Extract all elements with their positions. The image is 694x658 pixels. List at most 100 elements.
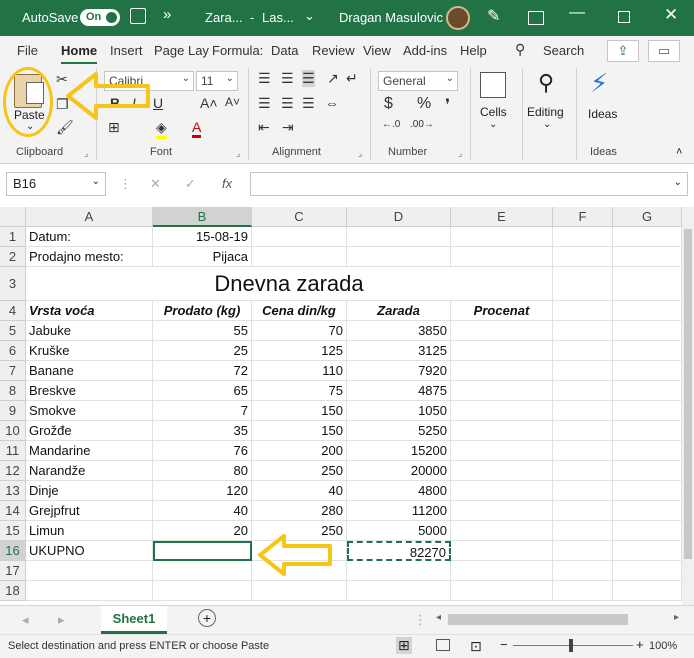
cell-a1[interactable]: Datum: — [26, 227, 153, 247]
cell-d17[interactable] — [347, 561, 451, 581]
cell-c10[interactable]: 150 — [252, 421, 347, 441]
cell-c11[interactable]: 200 — [252, 441, 347, 461]
cell-d16[interactable]: 82270 — [347, 541, 451, 561]
pen-icon[interactable]: ✎ — [487, 6, 500, 26]
column-header-a[interactable]: A — [26, 207, 153, 227]
cell-c13[interactable]: 40 — [252, 481, 347, 501]
cell-d9[interactable]: 1050 — [347, 401, 451, 421]
cell-b16[interactable] — [153, 541, 252, 561]
cell-b7[interactable]: 72 — [153, 361, 252, 381]
cell[interactable] — [553, 227, 613, 247]
name-box[interactable]: B16 ⌄ — [6, 172, 106, 196]
cell[interactable] — [553, 541, 613, 561]
cell[interactable] — [553, 521, 613, 541]
comma-style-icon[interactable]: ❜ — [445, 95, 450, 115]
font-size-select[interactable]: 11 ⌄ — [196, 71, 238, 91]
cell-b6[interactable]: 25 — [153, 341, 252, 361]
row-header-16[interactable]: 16 — [0, 541, 26, 561]
formula-input[interactable]: ⌄ — [250, 172, 688, 196]
increase-indent-icon[interactable]: ⇥ — [282, 119, 294, 136]
cell-a10[interactable]: Grožđe — [26, 421, 153, 441]
search-icon[interactable]: ⚲ — [515, 41, 525, 58]
insert-function-icon[interactable]: fx — [222, 176, 232, 191]
cell-c18[interactable] — [252, 581, 347, 601]
tab-review[interactable]: Review — [312, 43, 355, 58]
cell-e11[interactable] — [451, 441, 553, 461]
zoom-level[interactable]: 100% — [649, 640, 677, 652]
cell-b18[interactable] — [153, 581, 252, 601]
cell-a14[interactable]: Grejpfrut — [26, 501, 153, 521]
editing-search-icon[interactable]: ⚲ — [538, 70, 554, 96]
cell-c4[interactable]: Cena din/kg — [252, 301, 347, 321]
cell[interactable] — [553, 441, 613, 461]
sheet-tab-sheet1[interactable]: Sheet1 — [101, 606, 167, 634]
cell[interactable] — [613, 341, 682, 361]
row-header-14[interactable]: 14 — [0, 501, 26, 521]
cell[interactable] — [553, 561, 613, 581]
cell-e16[interactable] — [451, 541, 553, 561]
column-header-e[interactable]: E — [451, 207, 553, 227]
fill-color-icon[interactable]: ◈ — [156, 119, 167, 139]
tab-help[interactable]: Help — [460, 43, 487, 58]
increase-font-icon[interactable]: A˄ — [200, 95, 218, 111]
cell-e4[interactable]: Procenat — [451, 301, 553, 321]
cell-a17[interactable] — [26, 561, 153, 581]
editing-button[interactable]: Editing — [527, 105, 564, 119]
cell-e1[interactable] — [451, 227, 553, 247]
cell-c5[interactable]: 70 — [252, 321, 347, 341]
increase-decimal-icon[interactable]: ←.0 — [382, 119, 400, 130]
cell[interactable] — [613, 501, 682, 521]
drag-handle-icon[interactable]: ⋮ — [414, 612, 427, 628]
cell-b10[interactable]: 35 — [153, 421, 252, 441]
row-header-2[interactable]: 2 — [0, 247, 26, 267]
sheet-title[interactable]: Dnevna zarada — [26, 267, 553, 301]
cell-e5[interactable] — [451, 321, 553, 341]
row-header-15[interactable]: 15 — [0, 521, 26, 541]
cell-e18[interactable] — [451, 581, 553, 601]
cell-b11[interactable]: 76 — [153, 441, 252, 461]
row-header-12[interactable]: 12 — [0, 461, 26, 481]
align-center-icon[interactable]: ☰ — [281, 95, 294, 112]
more-commands-icon[interactable]: » — [163, 6, 171, 23]
dialog-launcher-icon[interactable]: ⌟ — [358, 148, 362, 159]
cell-b2[interactable]: Pijaca — [153, 247, 252, 267]
chevron-down-icon[interactable]: ⌄ — [304, 8, 315, 24]
cell[interactable] — [613, 461, 682, 481]
row-header-1[interactable]: 1 — [0, 227, 26, 247]
cell-b13[interactable]: 120 — [153, 481, 252, 501]
column-header-c[interactable]: C — [252, 207, 347, 227]
cell-c2[interactable] — [252, 247, 347, 267]
cell-b8[interactable]: 65 — [153, 381, 252, 401]
cell[interactable] — [553, 341, 613, 361]
cell-c7[interactable]: 110 — [252, 361, 347, 381]
minimize-icon[interactable]: — — [569, 4, 585, 22]
cell-c8[interactable]: 75 — [252, 381, 347, 401]
avatar[interactable] — [446, 6, 470, 30]
cell-e2[interactable] — [451, 247, 553, 267]
cell-d11[interactable]: 15200 — [347, 441, 451, 461]
add-sheet-icon[interactable]: + — [198, 609, 216, 627]
cell-d8[interactable]: 4875 — [347, 381, 451, 401]
cell-e7[interactable] — [451, 361, 553, 381]
cell[interactable] — [553, 301, 613, 321]
cell-e9[interactable] — [451, 401, 553, 421]
share-icon[interactable]: ⇪ — [607, 40, 639, 62]
cell-a4[interactable]: Vrsta voća — [26, 301, 153, 321]
normal-view-icon[interactable]: ⊞ — [396, 637, 412, 654]
cell-c12[interactable]: 250 — [252, 461, 347, 481]
cell-b12[interactable]: 80 — [153, 461, 252, 481]
align-middle-icon[interactable]: ☰ — [281, 70, 294, 87]
page-break-view-icon[interactable]: ⊡ — [470, 638, 482, 655]
cell-e12[interactable] — [451, 461, 553, 481]
cell-e6[interactable] — [451, 341, 553, 361]
prev-sheet-icon[interactable]: ◂ — [22, 612, 29, 628]
cell-b1[interactable]: 15-08-19 — [153, 227, 252, 247]
cell-d2[interactable] — [347, 247, 451, 267]
cell-a2[interactable]: Prodajno mesto: — [26, 247, 153, 267]
column-header-b[interactable]: B — [153, 207, 252, 227]
decrease-font-icon[interactable]: A˅ — [225, 95, 240, 109]
zoom-out-icon[interactable]: − — [500, 637, 508, 652]
cell-d13[interactable]: 4800 — [347, 481, 451, 501]
row-header-10[interactable]: 10 — [0, 421, 26, 441]
cell-a9[interactable]: Smokve — [26, 401, 153, 421]
